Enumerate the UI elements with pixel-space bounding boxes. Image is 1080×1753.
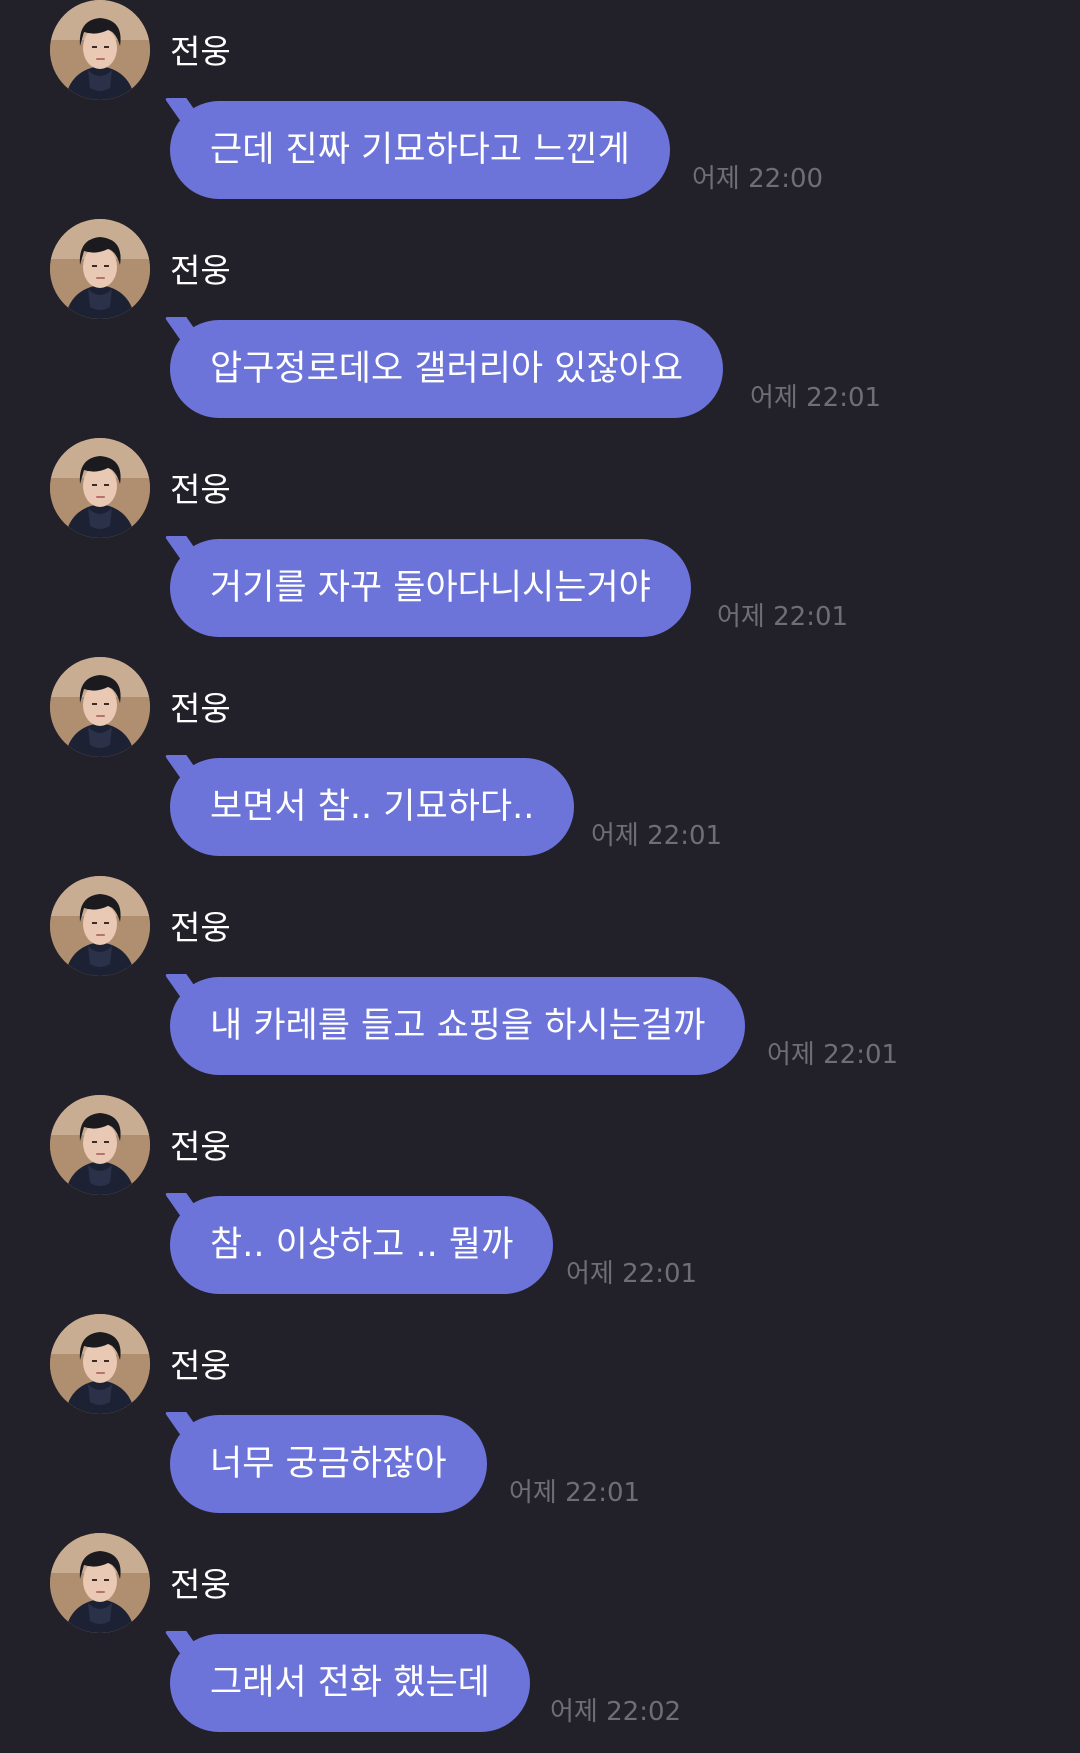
message-bubble[interactable]: 너무 궁금하잖아 (170, 1415, 487, 1513)
avatar-photo-icon (50, 657, 150, 757)
sender-name: 전웅 (170, 689, 231, 728)
sender-avatar[interactable] (50, 1314, 150, 1414)
message-row: 전웅 거기를 자꾸 돌아다니시는거야 어제 22:01 (0, 438, 1080, 658)
avatar-photo-icon (50, 1095, 150, 1195)
message-row: 전웅 내 카레를 들고 쇼핑을 하시는걸까 어제 22:01 (0, 876, 1080, 1096)
sender-avatar[interactable] (50, 876, 150, 976)
message-bubble[interactable]: 근데 진짜 기묘하다고 느낀게 (170, 101, 670, 199)
avatar-photo-icon (50, 876, 150, 976)
message-bubble[interactable]: 그래서 전화 했는데 (170, 1634, 530, 1732)
avatar-photo-icon (50, 438, 150, 538)
avatar-photo-icon (50, 0, 150, 100)
message-timestamp: 어제 22:00 (692, 164, 824, 194)
chat-message-list: 전웅 근데 진짜 기묘하다고 느낀게 어제 22:00 전웅 압구정로데오 갤러… (0, 0, 1080, 1748)
sender-name: 전웅 (170, 1565, 231, 1604)
message-timestamp: 어제 22:01 (509, 1478, 641, 1508)
sender-name: 전웅 (170, 470, 231, 509)
message-bubble[interactable]: 거기를 자꾸 돌아다니시는거야 (170, 539, 691, 637)
message-row: 전웅 그래서 전화 했는데 어제 22:02 (0, 1533, 1080, 1753)
message-bubble[interactable]: 참.. 이상하고 .. 뭘까 (170, 1196, 554, 1294)
sender-avatar[interactable] (50, 1533, 150, 1633)
message-row: 전웅 압구정로데오 갤러리아 있잖아요 어제 22:01 (0, 219, 1080, 439)
message-row: 전웅 참.. 이상하고 .. 뭘까 어제 22:01 (0, 1095, 1080, 1315)
sender-name: 전웅 (170, 908, 231, 947)
sender-avatar[interactable] (50, 219, 150, 319)
avatar-photo-icon (50, 1533, 150, 1633)
sender-name: 전웅 (170, 1127, 231, 1166)
sender-avatar[interactable] (50, 657, 150, 757)
avatar-photo-icon (50, 219, 150, 319)
message-row: 전웅 너무 궁금하잖아 어제 22:01 (0, 1314, 1080, 1534)
message-timestamp: 어제 22:01 (591, 821, 723, 851)
sender-name: 전웅 (170, 32, 231, 71)
sender-avatar[interactable] (50, 438, 150, 538)
sender-name: 전웅 (170, 251, 231, 290)
avatar-photo-icon (50, 1314, 150, 1414)
message-row: 전웅 보면서 참.. 기묘하다.. 어제 22:01 (0, 657, 1080, 877)
message-bubble[interactable]: 내 카레를 들고 쇼핑을 하시는걸까 (170, 977, 746, 1075)
message-timestamp: 어제 22:02 (550, 1697, 682, 1727)
message-bubble[interactable]: 보면서 참.. 기묘하다.. (170, 758, 575, 856)
sender-avatar[interactable] (50, 0, 150, 100)
message-timestamp: 어제 22:01 (750, 383, 882, 413)
message-timestamp: 어제 22:01 (566, 1259, 698, 1289)
sender-avatar[interactable] (50, 1095, 150, 1195)
message-row: 전웅 근데 진짜 기묘하다고 느낀게 어제 22:00 (0, 0, 1080, 220)
sender-name: 전웅 (170, 1346, 231, 1385)
message-timestamp: 어제 22:01 (767, 1040, 899, 1070)
message-timestamp: 어제 22:01 (717, 602, 849, 632)
message-bubble[interactable]: 압구정로데오 갤러리아 있잖아요 (170, 320, 724, 418)
